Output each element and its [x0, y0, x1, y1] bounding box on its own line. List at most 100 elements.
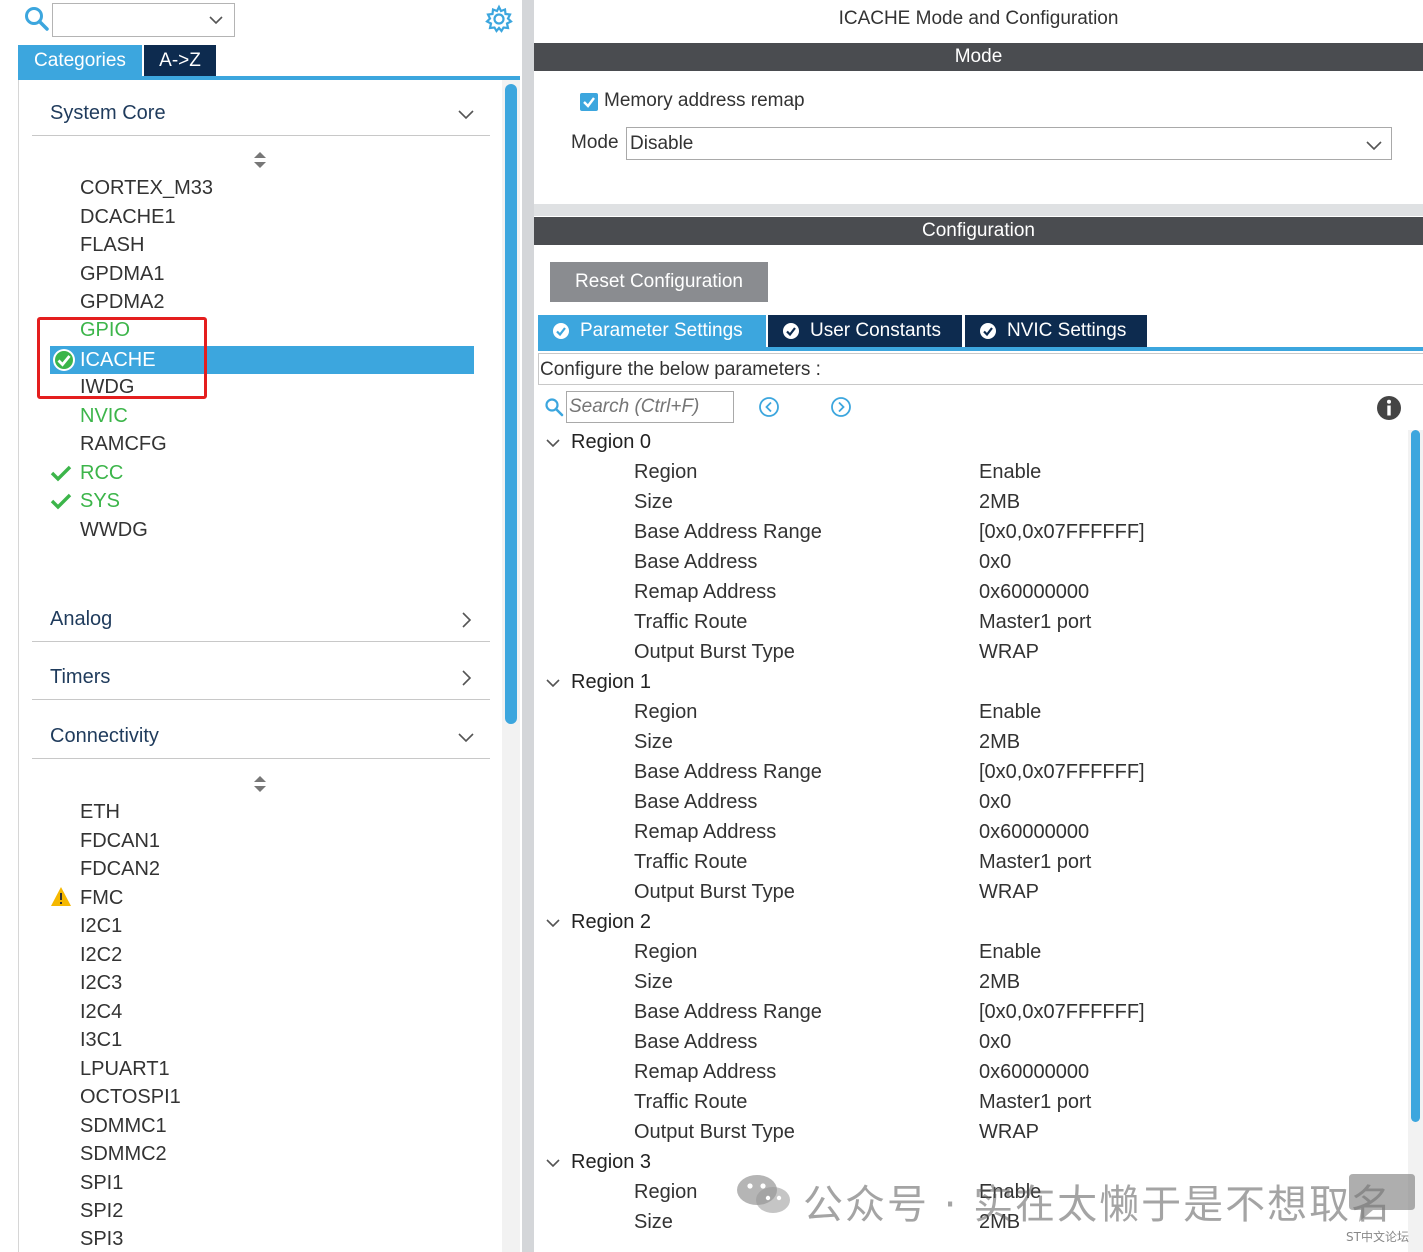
ip-item-i2c1[interactable]: I2C1	[80, 912, 122, 940]
ip-item-lpuart1[interactable]: LPUART1	[80, 1055, 170, 1083]
parameter-value[interactable]: WRAP	[979, 1121, 1039, 1144]
ip-item-fdcan1[interactable]: FDCAN1	[80, 827, 160, 855]
gear-icon[interactable]	[484, 4, 514, 34]
ip-item-octospi1[interactable]: OCTOSPI1	[80, 1083, 181, 1111]
previous-match-icon[interactable]	[758, 396, 780, 418]
parameter-value[interactable]: 2MB	[979, 971, 1020, 994]
parameter-row[interactable]: Size 2MB	[534, 488, 1404, 518]
region-row[interactable]: Region 0	[534, 428, 1404, 458]
parameter-value[interactable]: [0x0,0x07FFFFFF]	[979, 1001, 1145, 1024]
parameter-row[interactable]: Base Address Range [0x0,0x07FFFFFF]	[534, 998, 1404, 1028]
ip-item-ramcfg[interactable]: RAMCFG	[80, 430, 167, 458]
chevron-down-icon[interactable]	[544, 914, 562, 932]
parameter-row[interactable]: Remap Address 0x60000000	[534, 578, 1404, 608]
ip-item-rcc[interactable]: RCC	[80, 459, 123, 487]
region-row[interactable]: Region 2	[534, 908, 1404, 938]
parameter-value[interactable]: 0x0	[979, 1031, 1011, 1054]
parameter-row[interactable]: Output Burst Type WRAP	[534, 638, 1404, 668]
parameter-value[interactable]: Enable	[979, 461, 1041, 484]
tab-user-constants[interactable]: User Constants	[768, 315, 962, 347]
tab-nvic-settings[interactable]: NVIC Settings	[965, 315, 1147, 347]
region-row[interactable]: Region 1	[534, 668, 1404, 698]
left-scrollbar-thumb[interactable]	[505, 84, 517, 724]
ip-item-gpdma2[interactable]: GPDMA2	[80, 288, 164, 316]
parameter-value[interactable]: 0x60000000	[979, 821, 1089, 844]
parameter-row[interactable]: Size 2MB	[534, 1208, 1404, 1238]
parameter-value[interactable]: 2MB	[979, 1211, 1020, 1234]
chevron-down-icon[interactable]	[544, 434, 562, 452]
info-icon[interactable]	[1376, 395, 1402, 421]
parameter-value[interactable]: 2MB	[979, 731, 1020, 754]
ip-item-sdmmc1[interactable]: SDMMC1	[80, 1112, 167, 1140]
ip-item-cortex-m33[interactable]: CORTEX_M33	[80, 174, 213, 202]
group-timers[interactable]: Timers	[32, 656, 490, 700]
ip-item-nvic[interactable]: NVIC	[80, 402, 128, 430]
ip-item-dcache1[interactable]: DCACHE1	[80, 203, 176, 231]
parameter-row[interactable]: Traffic Route Master1 port	[534, 848, 1404, 878]
parameter-row[interactable]: Traffic Route Master1 port	[534, 608, 1404, 638]
parameter-value[interactable]: 0x0	[979, 791, 1011, 814]
parameter-scrollbar-thumb[interactable]	[1411, 430, 1420, 1122]
ip-item-sys[interactable]: SYS	[80, 487, 120, 515]
parameter-row[interactable]: Output Burst Type WRAP	[534, 1118, 1404, 1148]
ip-item-fdcan2[interactable]: FDCAN2	[80, 855, 160, 883]
ip-item-i2c4[interactable]: I2C4	[80, 998, 122, 1026]
chevron-down-icon[interactable]	[544, 1154, 562, 1172]
parameter-value[interactable]: Master1 port	[979, 611, 1091, 634]
parameter-row[interactable]: Region Enable	[534, 698, 1404, 728]
parameter-row[interactable]: Remap Address 0x60000000	[534, 1058, 1404, 1088]
parameter-value[interactable]: Master1 port	[979, 851, 1091, 874]
parameter-value[interactable]: Enable	[979, 941, 1041, 964]
search-icon[interactable]	[544, 397, 564, 417]
parameter-row[interactable]: Traffic Route Master1 port	[534, 1088, 1404, 1118]
parameter-value[interactable]: 0x60000000	[979, 581, 1089, 604]
region-row[interactable]: Region 3	[534, 1148, 1404, 1178]
parameter-row[interactable]: Base Address 0x0	[534, 1028, 1404, 1058]
parameter-value[interactable]: Enable	[979, 1181, 1041, 1204]
ip-item-gpdma1[interactable]: GPDMA1	[80, 260, 164, 288]
parameter-scrollbar[interactable]	[1408, 430, 1423, 1252]
parameter-row[interactable]: Region Enable	[534, 938, 1404, 968]
parameter-row[interactable]: Remap Address 0x60000000	[534, 818, 1404, 848]
parameter-value[interactable]: Enable	[979, 701, 1041, 724]
ip-item-spi3[interactable]: SPI3	[80, 1225, 123, 1252]
parameter-row[interactable]: Region Enable	[534, 458, 1404, 488]
parameter-row[interactable]: Output Burst Type WRAP	[534, 878, 1404, 908]
group-analog[interactable]: Analog	[32, 598, 490, 642]
parameter-value[interactable]: [0x0,0x07FFFFFF]	[979, 761, 1145, 784]
parameter-value[interactable]: 0x60000000	[979, 1061, 1089, 1084]
parameter-value[interactable]: WRAP	[979, 641, 1039, 664]
parameter-search-input[interactable]	[569, 395, 729, 419]
parameter-row[interactable]: Base Address 0x0	[534, 548, 1404, 578]
parameter-row[interactable]: Region Enable	[534, 1178, 1404, 1208]
sort-icon[interactable]	[252, 150, 268, 170]
pane-splitter[interactable]	[522, 0, 534, 1252]
ip-item-sdmmc2[interactable]: SDMMC2	[80, 1140, 167, 1168]
parameter-row[interactable]: Size 2MB	[534, 728, 1404, 758]
tab-a-z[interactable]: A->Z	[144, 45, 216, 77]
parameter-row[interactable]: Base Address Range [0x0,0x07FFFFFF]	[534, 758, 1404, 788]
group-connectivity[interactable]: Connectivity	[32, 715, 490, 759]
parameter-value[interactable]: WRAP	[979, 881, 1039, 904]
ip-item-fmc[interactable]: FMC	[80, 884, 123, 912]
next-match-icon[interactable]	[830, 396, 852, 418]
ip-search-combo[interactable]	[52, 3, 235, 37]
ip-item-i2c2[interactable]: I2C2	[80, 941, 122, 969]
group-system-core[interactable]: System Core	[32, 92, 490, 136]
ip-item-i2c3[interactable]: I2C3	[80, 969, 122, 997]
search-icon[interactable]	[24, 6, 50, 32]
ip-item-wwdg[interactable]: WWDG	[80, 516, 148, 544]
chevron-down-icon[interactable]	[544, 674, 562, 692]
ip-item-flash[interactable]: FLASH	[80, 231, 144, 259]
mode-select[interactable]: Disable	[626, 127, 1392, 160]
remap-checkbox[interactable]	[580, 93, 598, 111]
parameter-value[interactable]: 0x0	[979, 551, 1011, 574]
ip-item-eth[interactable]: ETH	[80, 798, 120, 826]
parameter-row[interactable]: Size 2MB	[534, 968, 1404, 998]
ip-item-i3c1[interactable]: I3C1	[80, 1026, 122, 1054]
tab-parameter-settings[interactable]: Parameter Settings	[538, 315, 766, 347]
parameter-value[interactable]: [0x0,0x07FFFFFF]	[979, 521, 1145, 544]
parameter-row[interactable]: Base Address 0x0	[534, 788, 1404, 818]
parameter-value[interactable]: Master1 port	[979, 1091, 1091, 1114]
ip-item-spi1[interactable]: SPI1	[80, 1169, 123, 1197]
